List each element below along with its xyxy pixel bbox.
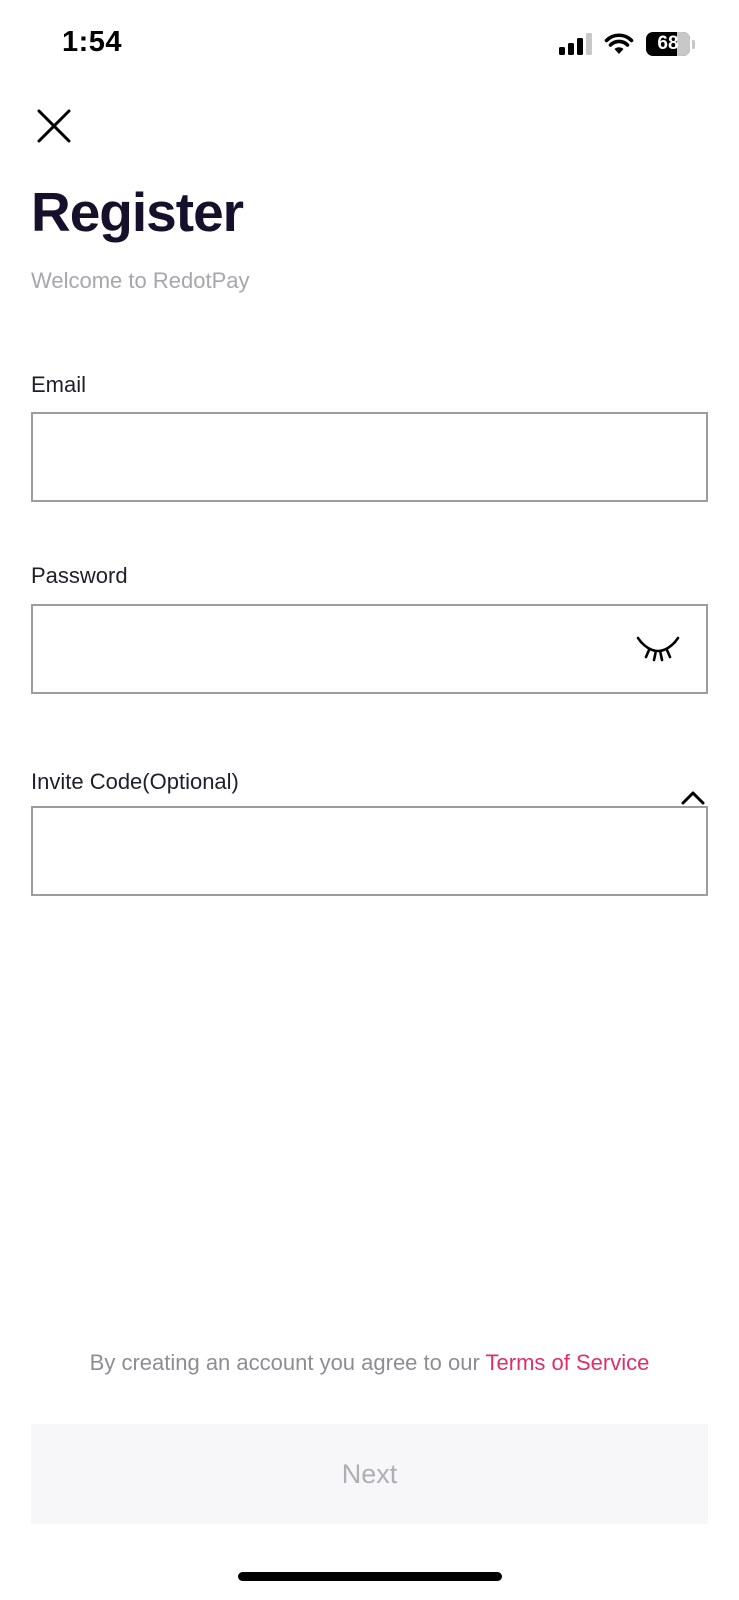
password-field-box	[31, 604, 708, 694]
home-indicator	[238, 1572, 502, 1581]
password-field[interactable]	[33, 606, 706, 692]
password-label: Password	[31, 563, 128, 588]
terms-text: By creating an account you agree to our …	[0, 1350, 739, 1376]
invite-code-label: Invite Code(Optional)	[31, 769, 239, 794]
next-button[interactable]: Next	[31, 1424, 708, 1524]
eye-closed-icon	[636, 636, 680, 662]
register-screen: 1:54 68 Register Welcome to RedotPay Ema…	[0, 0, 739, 1600]
page-subtitle: Welcome to RedotPay	[31, 268, 250, 293]
battery-nub	[692, 39, 695, 49]
invite-code-field[interactable]	[33, 808, 706, 894]
battery-level: 68	[657, 33, 679, 54]
email-field[interactable]	[33, 414, 706, 500]
close-button[interactable]	[36, 108, 72, 144]
page-title: Register	[31, 181, 244, 243]
chevron-up-icon	[681, 791, 705, 805]
invite-code-field-box	[31, 806, 708, 896]
email-field-box	[31, 412, 708, 502]
battery-icon: 68	[646, 32, 690, 56]
terms-prefix: By creating an account you agree to our	[89, 1350, 486, 1375]
email-label: Email	[31, 372, 87, 397]
toggle-password-visibility-button[interactable]	[636, 632, 680, 668]
status-time: 1:54	[62, 26, 123, 58]
signal-icon	[559, 33, 592, 55]
invite-code-collapse-button[interactable]	[679, 788, 707, 808]
close-icon	[37, 109, 71, 143]
wifi-icon	[604, 33, 634, 54]
status-icons: 68	[559, 30, 695, 58]
terms-of-service-link[interactable]: Terms of Service	[486, 1350, 650, 1375]
